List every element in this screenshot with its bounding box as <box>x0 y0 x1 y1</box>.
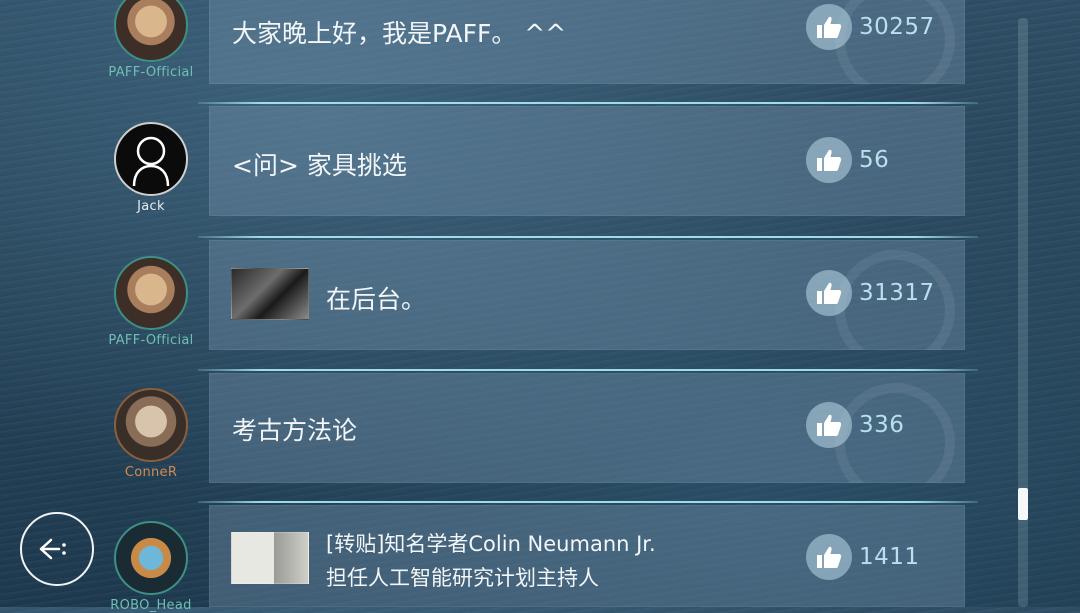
post-title: 考古方法论 <box>232 416 358 445</box>
thumbs-up-icon <box>817 282 842 304</box>
back-arrow-icon <box>39 538 66 560</box>
author-block[interactable]: ConneR <box>105 388 197 480</box>
post-title: <问> 家具挑选 <box>232 151 407 180</box>
like-group[interactable]: 1411 <box>806 534 920 580</box>
newspaper-clip[interactable] <box>231 532 309 584</box>
author-name: Jack <box>137 199 165 214</box>
like-count: 30257 <box>859 14 935 40</box>
author-name: PAFF-Official <box>108 65 194 80</box>
like-group[interactable]: 31317 <box>806 270 935 316</box>
forum-feed: 大家晚上好，我是PAFF。 ^^ 30257 PAFF-Official <问>… <box>0 0 1080 613</box>
like-button[interactable] <box>806 534 852 580</box>
post-card[interactable]: [转贴]知名学者Colin Neumann Jr. 担任人工智能研究计划主持人 … <box>209 505 965 607</box>
author-name: ConneR <box>124 465 178 480</box>
like-group[interactable]: 336 <box>806 402 904 448</box>
author-block[interactable]: ROBO_Head <box>105 521 197 613</box>
like-count: 336 <box>859 412 905 438</box>
back-button[interactable] <box>20 512 94 586</box>
post-card[interactable]: 在后台。 31317 <box>209 240 965 350</box>
author-block[interactable]: Jack <box>105 122 197 214</box>
author-name: PAFF-Official <box>108 333 194 348</box>
like-group[interactable]: 56 <box>806 137 889 183</box>
robo-head-avatar[interactable] <box>114 521 188 595</box>
like-button[interactable] <box>806 137 852 183</box>
like-group[interactable]: 30257 <box>806 4 935 50</box>
conner-avatar[interactable] <box>114 388 188 462</box>
like-count: 31317 <box>859 280 935 306</box>
like-count: 56 <box>859 147 890 173</box>
silhouette-avatar[interactable] <box>114 122 188 196</box>
like-button[interactable] <box>806 4 852 50</box>
like-button[interactable] <box>806 270 852 316</box>
post-card[interactable]: 考古方法论 336 <box>209 373 965 483</box>
author-name: ROBO_Head <box>110 598 192 613</box>
post-title: 在后台。 <box>326 285 427 314</box>
scrollbar-thumb[interactable] <box>1018 488 1028 520</box>
author-block[interactable]: PAFF-Official <box>105 256 197 348</box>
like-button[interactable] <box>806 402 852 448</box>
author-block[interactable]: PAFF-Official <box>105 0 197 80</box>
post-divider <box>198 369 978 371</box>
thumbs-up-icon <box>817 149 842 171</box>
thumbs-up-icon <box>817 546 842 568</box>
post-title-line2: 担任人工智能研究计划主持人 <box>326 566 599 590</box>
post-divider <box>198 102 978 104</box>
post-card[interactable]: 大家晚上好，我是PAFF。 ^^ 30257 <box>209 0 965 84</box>
post-divider <box>198 236 978 238</box>
thumbs-up-icon <box>817 16 842 38</box>
post-divider <box>198 501 978 503</box>
like-count: 1411 <box>859 544 920 570</box>
post-title: 大家晚上好，我是PAFF。 ^^ <box>232 19 567 48</box>
person-silhouette-icon <box>132 136 170 187</box>
post-card[interactable]: <问> 家具挑选 56 <box>209 106 965 216</box>
paff-avatar[interactable] <box>114 256 188 330</box>
backstage-photo[interactable] <box>231 268 309 320</box>
paff-avatar[interactable] <box>114 0 188 62</box>
post-title-line1: [转贴]知名学者Colin Neumann Jr. <box>326 532 656 556</box>
thumbs-up-icon <box>817 414 842 436</box>
